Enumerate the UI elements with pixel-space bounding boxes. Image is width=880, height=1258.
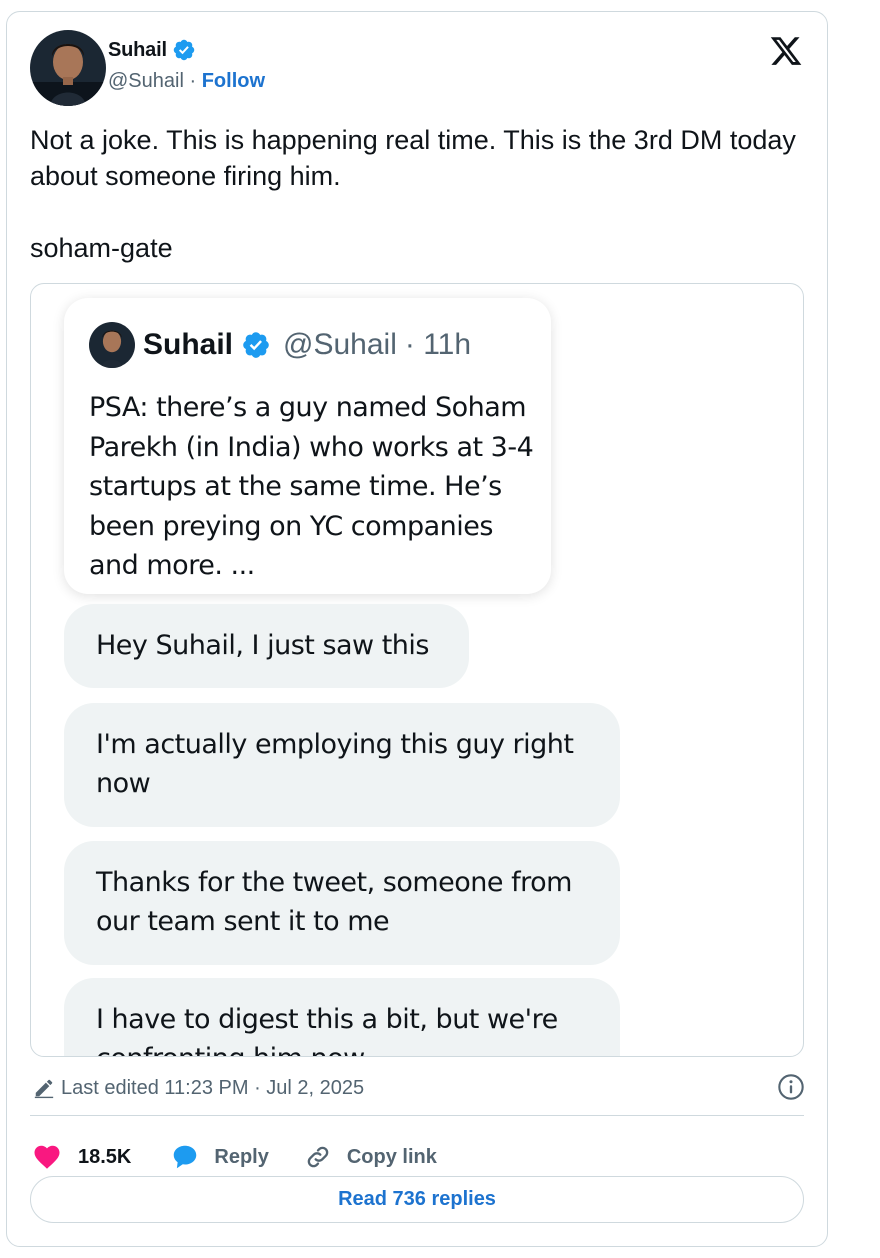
link-icon [307,1146,329,1168]
quoted-tweet-header: Suhail @Suhail · 11h [89,322,471,368]
quoted-tweet-handle: @Suhail [283,328,397,361]
quoted-tweet-time: · 11h [404,328,472,361]
tweet-text: Not a joke. This is happening real time.… [30,125,796,191]
reply-label: Reply [214,1145,269,1168]
tweet-media-image[interactable]: Suhail @Suhail · 11h PSA: there’s a guy … [30,283,804,1057]
author-name-row: Suhail [108,38,196,62]
quoted-tweet-text: PSA: there’s a guy named Soham Parekh (i… [89,392,534,581]
tweet-embed-card: Suhail @Suhail · Follow Not a joke. This… [6,11,828,1247]
dm-message-text: I have to digest this a bit, but we're c… [96,1004,558,1056]
verified-badge-icon [173,39,195,61]
quoted-tweet-name: Suhail [143,328,234,361]
quoted-tweet-avatar [89,322,135,368]
copy-link-button[interactable]: Copy link [304,1143,437,1171]
quoted-tweet-card: Suhail @Suhail · 11h PSA: there’s a guy … [64,298,551,594]
info-icon[interactable] [777,1073,805,1101]
dm-message-bubble: Hey Suhail, I just saw this [64,604,469,688]
tweet-actions: 18.5K Reply Copy link [30,1132,437,1182]
author-handle-row: @Suhail · Follow [108,70,265,93]
x-logo-icon[interactable] [769,34,803,68]
read-replies-label: Read 736 replies [338,1188,496,1210]
tweet-tag-text: soham-gate [30,233,173,263]
separator-dot: · [189,70,197,92]
heart-icon [34,1145,60,1169]
author-name[interactable]: Suhail [108,39,167,62]
quoted-verified-badge-icon [243,332,269,358]
author-avatar[interactable] [30,30,106,106]
dm-message-bubble: I'm actually employing this guy right no… [64,703,620,827]
author-handle[interactable]: @Suhail [108,70,184,92]
like-count: 18.5K [78,1145,132,1168]
dm-message-bubble: Thanks for the tweet, someone from our t… [64,841,620,965]
edited-info-row: Last edited 11:23 PM · Jul 2, 2025 [30,1068,804,1108]
pencil-icon [34,1079,54,1099]
dm-message-text: Thanks for the tweet, someone from our t… [96,867,572,937]
dm-message-text: Hey Suhail, I just saw this [96,630,430,661]
like-button[interactable]: 18.5K [32,1142,131,1172]
dm-message-text: I'm actually employing this guy right no… [96,729,574,799]
dm-message-bubble: I have to digest this a bit, but we're c… [64,978,620,1056]
copy-link-label: Copy link [346,1145,437,1168]
divider [30,1115,804,1116]
reply-button[interactable]: Reply [170,1142,269,1172]
edited-timestamp[interactable]: Last edited 11:23 PM · Jul 2, 2025 [61,1077,364,1100]
reply-bubble-icon [174,1145,197,1169]
follow-button[interactable]: Follow [202,70,265,92]
read-replies-button[interactable]: Read 736 replies [30,1176,804,1223]
